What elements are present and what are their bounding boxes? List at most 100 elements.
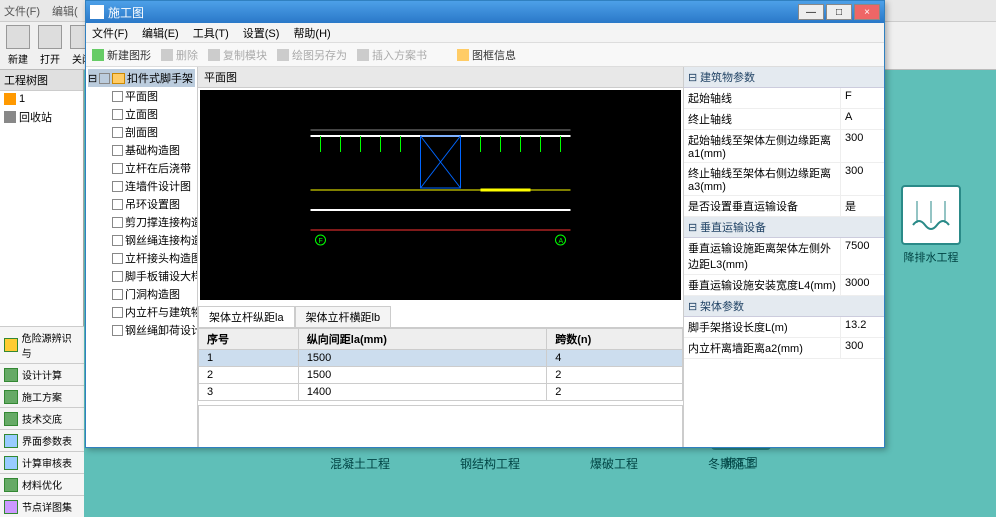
table-row[interactable]: 314002 (199, 384, 683, 401)
pv[interactable]: F (840, 88, 884, 108)
prop-row[interactable]: 垂直运输设施距离架体左侧外边距L3(mm)7500 (684, 238, 884, 275)
btn-material[interactable]: 材料优化 (0, 473, 84, 495)
cell-n[interactable]: 2 (547, 367, 683, 384)
tree-item[interactable]: 连墙件设计图 (88, 177, 195, 195)
tb-new[interactable]: 新建图形 (92, 47, 151, 63)
pv[interactable]: 300 (840, 163, 884, 195)
dmenu-help[interactable]: 帮助(H) (293, 25, 330, 41)
btn-audit[interactable]: 计算审核表 (0, 451, 84, 473)
new-button[interactable]: 新建 (6, 25, 30, 66)
tree-root[interactable]: ⊟扣件式脚手架 (88, 69, 195, 87)
checkbox[interactable] (112, 163, 123, 174)
checkbox[interactable] (112, 181, 123, 192)
checkbox[interactable] (112, 109, 123, 120)
tree-item[interactable]: 立杆在后浇带 (88, 159, 195, 177)
dmenu-file[interactable]: 文件(F) (92, 25, 128, 41)
btn-detail[interactable]: 节点详图集 (0, 495, 84, 517)
collapse-icon[interactable]: ⊟ (688, 300, 697, 313)
checkbox[interactable] (112, 253, 123, 264)
group-building[interactable]: ⊟建筑物参数 (684, 67, 884, 88)
prop-row[interactable]: 内立杆离墙距离a2(mm)300 (684, 338, 884, 359)
pv[interactable]: A (840, 109, 884, 129)
group-vertical[interactable]: ⊟垂直运输设备 (684, 217, 884, 238)
tree-item[interactable]: 立杆接头构造图 (88, 249, 195, 267)
btn-params[interactable]: 界面参数表 (0, 429, 84, 451)
tree-item[interactable]: 剪刀撑连接构造 (88, 213, 195, 231)
cell-n[interactable]: 2 (547, 384, 683, 401)
checkbox[interactable] (112, 217, 123, 228)
tree-item[interactable]: 钢丝绳卸荷设计 (88, 321, 195, 339)
menu-file[interactable]: 文件(F) (4, 3, 40, 19)
checkbox[interactable] (112, 127, 123, 138)
dmenu-set[interactable]: 设置(S) (243, 25, 280, 41)
cad-viewport[interactable]: F A (200, 90, 681, 300)
minimize-button[interactable]: — (798, 4, 824, 20)
pv[interactable]: 3000 (840, 275, 884, 295)
table-row[interactable]: 115004 (199, 350, 683, 367)
tree-item[interactable]: 平面图 (88, 87, 195, 105)
btn-hazard[interactable]: 危险源辨识与 (0, 326, 84, 363)
prop-row[interactable]: 终止轴线A (684, 109, 884, 130)
collapse-icon[interactable]: ⊟ (88, 72, 97, 85)
tree-home[interactable]: 1 (0, 91, 83, 107)
cell-la[interactable]: 1500 (298, 350, 546, 367)
checkbox[interactable] (112, 145, 123, 156)
collapse-icon[interactable]: ⊟ (688, 221, 697, 234)
tree-item[interactable]: 钢丝绳连接构造 (88, 231, 195, 249)
table-row[interactable]: 215002 (199, 367, 683, 384)
titlebar[interactable]: 施工图 — □ × (86, 1, 884, 23)
maximize-button[interactable]: □ (826, 4, 852, 20)
tb-frame[interactable]: 图框信息 (457, 47, 516, 63)
prop-row[interactable]: 垂直运输设施安装宽度L4(mm)3000 (684, 275, 884, 296)
open-button[interactable]: 打开 (38, 25, 62, 66)
cell-la[interactable]: 1500 (298, 367, 546, 384)
tree-item[interactable]: 吊环设置图 (88, 195, 195, 213)
pv[interactable]: 7500 (840, 238, 884, 274)
checkbox[interactable] (99, 73, 110, 84)
cell-n[interactable]: 4 (547, 350, 683, 367)
checkbox[interactable] (112, 91, 123, 102)
col-seq[interactable]: 序号 (199, 329, 299, 350)
desk-water[interactable]: 降排水工程 (896, 185, 966, 265)
checkbox[interactable] (112, 235, 123, 246)
resize-handle[interactable] (872, 435, 882, 445)
col-span[interactable]: 跨数(n) (547, 329, 683, 350)
checkbox[interactable] (112, 325, 123, 336)
dmenu-tool[interactable]: 工具(T) (193, 25, 229, 41)
dmenu-edit[interactable]: 编辑(E) (142, 25, 179, 41)
btn-plan[interactable]: 施工方案 (0, 385, 84, 407)
pv[interactable]: 300 (840, 130, 884, 162)
tree-item[interactable]: 基础构造图 (88, 141, 195, 159)
btn-tech[interactable]: 技术交底 (0, 407, 84, 429)
properties-panel[interactable]: ⊟建筑物参数 起始轴线F 终止轴线A 起始轴线至架体左侧边缘距离a1(mm)30… (684, 67, 884, 447)
drawing-tree[interactable]: ⊟扣件式脚手架 平面图立面图剖面图基础构造图立杆在后浇带连墙件设计图吊环设置图剪… (86, 67, 198, 447)
menu-edit[interactable]: 编辑( (52, 3, 78, 19)
tree-item[interactable]: 剖面图 (88, 123, 195, 141)
cat-winter[interactable]: 冬期施工 (708, 455, 756, 472)
view-tab[interactable]: 平面图 (198, 67, 683, 88)
prop-row[interactable]: 是否设置垂直运输设备是 (684, 196, 884, 217)
spacing-table[interactable]: 序号 纵向间距la(mm) 跨数(n) 115004215002314002 (198, 328, 683, 447)
tab-lb[interactable]: 架体立杆横距lb (295, 306, 392, 327)
pv[interactable]: 300 (840, 338, 884, 358)
prop-row[interactable]: 起始轴线至架体左侧边缘距离a1(mm)300 (684, 130, 884, 163)
group-frame[interactable]: ⊟架体参数 (684, 296, 884, 317)
tree-item[interactable]: 门洞构造图 (88, 285, 195, 303)
checkbox[interactable] (112, 271, 123, 282)
checkbox[interactable] (112, 289, 123, 300)
btn-design[interactable]: 设计计算 (0, 363, 84, 385)
close-button[interactable]: × (854, 4, 880, 20)
prop-row[interactable]: 起始轴线F (684, 88, 884, 109)
tree-item[interactable]: 内立杆与建筑物 (88, 303, 195, 321)
cat-steel[interactable]: 钢结构工程 (460, 455, 520, 472)
pv[interactable]: 13.2 (840, 317, 884, 337)
prop-row[interactable]: 脚手架搭设长度L(m)13.2 (684, 317, 884, 338)
tab-la[interactable]: 架体立杆纵距la (198, 306, 295, 327)
tree-recycle[interactable]: 回收站 (0, 107, 83, 127)
pv[interactable]: 是 (840, 196, 884, 216)
cat-concrete[interactable]: 混凝土工程 (330, 455, 390, 472)
cell-la[interactable]: 1400 (298, 384, 546, 401)
checkbox[interactable] (112, 199, 123, 210)
checkbox[interactable] (112, 307, 123, 318)
collapse-icon[interactable]: ⊟ (688, 71, 697, 84)
